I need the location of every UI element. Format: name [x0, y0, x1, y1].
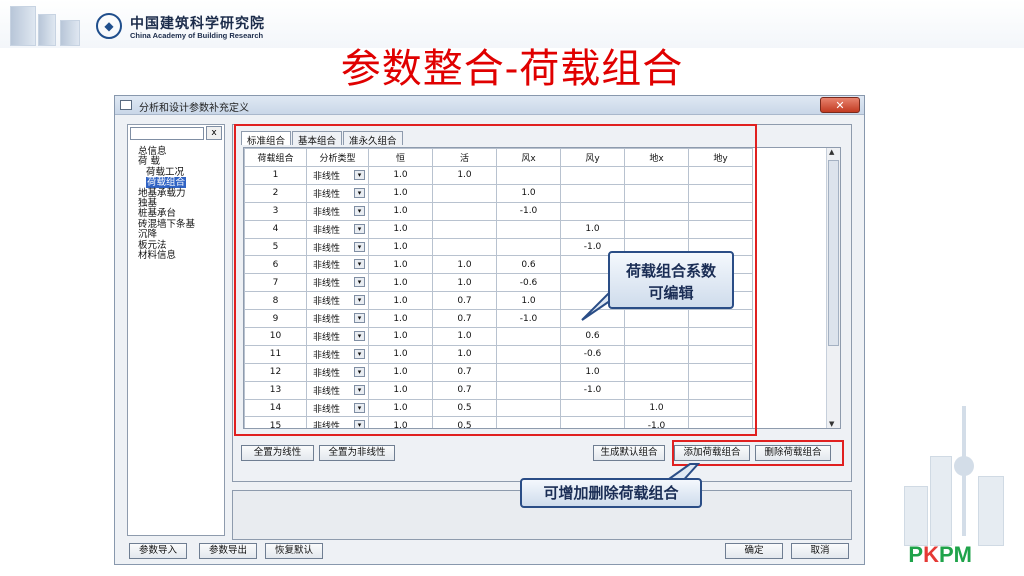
slide-title: 参数整合-荷载组合 [340, 46, 684, 92]
cancel-button[interactable]: 取消 [791, 543, 849, 559]
export-params-button[interactable]: 参数导出 [199, 543, 257, 559]
vertical-scrollbar[interactable]: ▲ ▼ [826, 148, 840, 428]
tree-node-label: 荷 载 [138, 156, 161, 168]
dialog-title: 分析和设计参数补充定义 [139, 103, 249, 114]
param-tree: 总信息荷 载荷载工况 荷载组合 地基承载力 独基 桩基承台 砖混墙下条基 沉降 板元法 材料信息 [138, 146, 195, 262]
tree-search-input[interactable] [130, 127, 204, 140]
tree-node-label: 地基承载力 [138, 187, 186, 199]
tree-node-label: 板元法 [138, 239, 167, 251]
clear-search-button[interactable]: x [206, 126, 222, 140]
tree-node-label: 荷载组合 [146, 177, 187, 189]
generate-default-button[interactable]: 生成默认组合 [593, 445, 665, 461]
dialog-titlebar: 分析和设计参数补充定义 ✕ [115, 96, 864, 115]
org-name-cn: 中国建筑科学研究院 [130, 16, 265, 32]
all-nonlinear-button[interactable]: 全置为非线性 [319, 445, 395, 461]
add-delete-callout: 可增加删除荷载组合 [520, 478, 702, 508]
editable-callout-line2: 可编辑 [648, 284, 694, 302]
slide: ◆ 中国建筑科学研究院 China Academy of Building Re… [0, 0, 1024, 576]
restore-default-button[interactable]: 恢复默认 [265, 543, 323, 559]
tree-node-label: 桩基承台 [138, 208, 177, 220]
all-linear-button[interactable]: 全置为线性 [241, 445, 314, 461]
import-params-button[interactable]: 参数导入 [129, 543, 187, 559]
close-button[interactable]: ✕ [820, 97, 860, 113]
editable-callout-line1: 荷载组合系数 [625, 262, 716, 280]
tree-panel: x 总信息荷 载荷载工况 荷载组合 地基承载力 独基 桩基承台 砖混墙下条基 沉降 板元法 材料… [127, 124, 225, 536]
scroll-thumb[interactable] [828, 160, 839, 346]
ok-button[interactable]: 确定 [725, 543, 783, 559]
window-icon [120, 100, 132, 110]
tree-node[interactable]: 材料信息 [138, 250, 195, 262]
tree-node-label: 材料信息 [138, 250, 177, 262]
editable-callout: 荷载组合系数 可编辑 [608, 251, 734, 309]
pkpm-logo: PKPM [908, 542, 972, 567]
tree-node-label: 沉降 [138, 229, 158, 241]
